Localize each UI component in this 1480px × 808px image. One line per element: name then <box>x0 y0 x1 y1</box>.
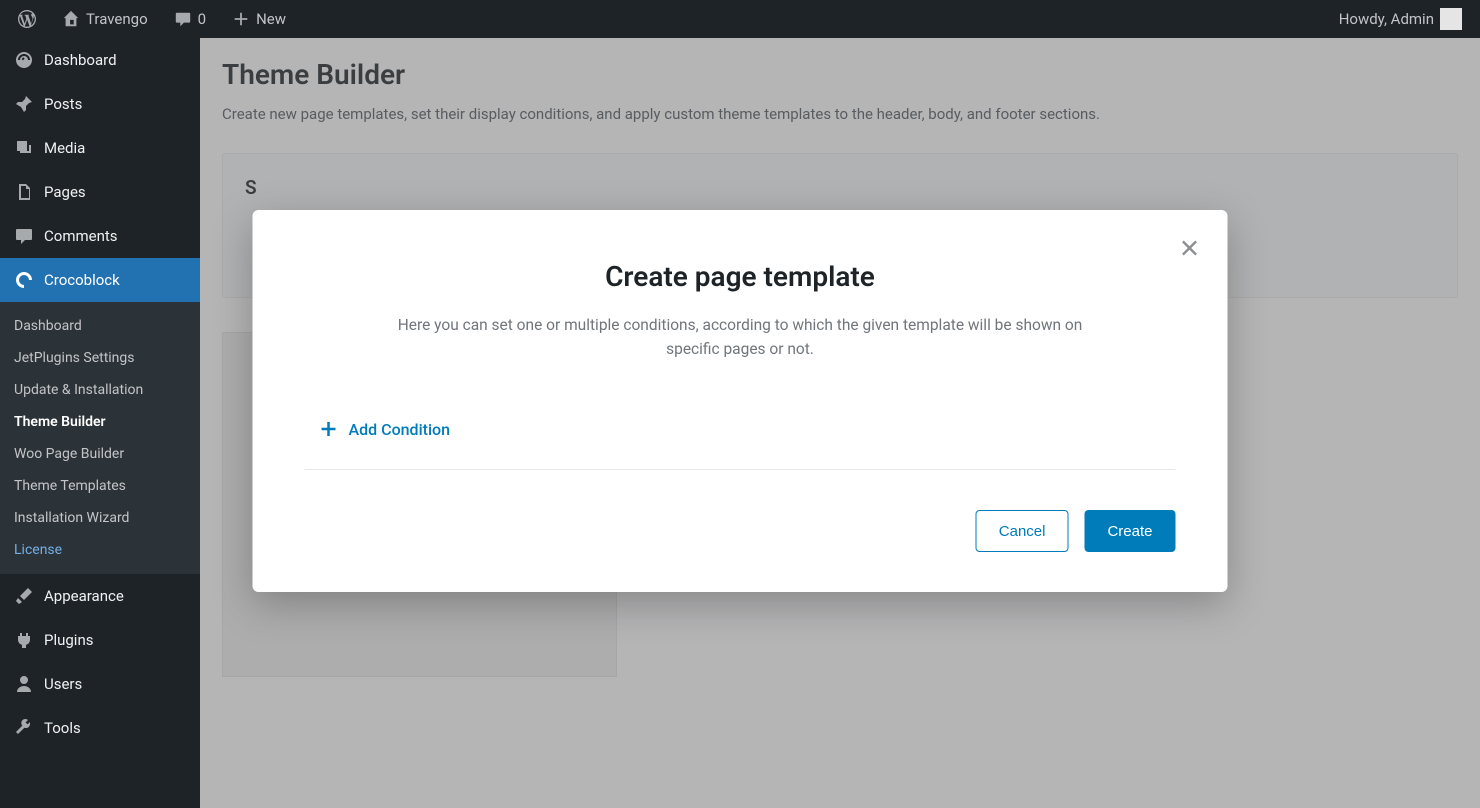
cancel-button[interactable]: Cancel <box>976 510 1069 552</box>
sidebar-item-label: Appearance <box>44 587 124 605</box>
admin-bar-right: Howdy, Admin <box>1329 0 1472 38</box>
comments-link[interactable]: 0 <box>164 0 216 38</box>
plug-icon <box>14 630 34 650</box>
site-name: Travengo <box>86 10 148 28</box>
sub-license[interactable]: License <box>0 534 200 566</box>
sidebar-item-tools[interactable]: Tools <box>0 706 200 750</box>
sub-theme-templates[interactable]: Theme Templates <box>0 470 200 502</box>
new-link[interactable]: New <box>222 0 296 38</box>
wordpress-icon <box>18 10 36 28</box>
comment-icon <box>174 10 192 28</box>
admin-sidebar: Dashboard Posts Media Pages Comments Cro… <box>0 38 200 808</box>
add-condition-button[interactable]: Add Condition <box>319 419 1176 439</box>
brush-icon <box>14 586 34 606</box>
sub-dashboard[interactable]: Dashboard <box>0 310 200 342</box>
sidebar-item-comments[interactable]: Comments <box>0 214 200 258</box>
sidebar-item-label: Comments <box>44 227 118 245</box>
sidebar-item-plugins[interactable]: Plugins <box>0 618 200 662</box>
sub-update[interactable]: Update & Installation <box>0 374 200 406</box>
howdy-link[interactable]: Howdy, Admin <box>1329 0 1472 38</box>
modal-description: Here you can set one or multiple conditi… <box>380 313 1100 361</box>
close-button[interactable] <box>1176 234 1204 262</box>
modal-actions: Cancel Create <box>305 510 1176 552</box>
divider <box>305 469 1176 470</box>
plus-icon <box>232 10 250 28</box>
create-button[interactable]: Create <box>1084 510 1175 552</box>
modal-title: Create page template <box>305 260 1176 293</box>
wp-logo[interactable] <box>8 0 46 38</box>
home-icon <box>62 10 80 28</box>
add-condition-label: Add Condition <box>349 420 451 439</box>
avatar <box>1440 8 1462 30</box>
admin-bar-left: Travengo 0 New <box>8 0 296 38</box>
dashboard-icon <box>14 50 34 70</box>
sidebar-item-users[interactable]: Users <box>0 662 200 706</box>
sidebar-item-label: Pages <box>44 183 86 201</box>
close-icon <box>1179 237 1201 259</box>
admin-bar: Travengo 0 New Howdy, Admin <box>0 0 1480 38</box>
sidebar-item-media[interactable]: Media <box>0 126 200 170</box>
sidebar-item-label: Posts <box>44 95 82 113</box>
sidebar-item-label: Tools <box>44 719 81 737</box>
media-icon <box>14 138 34 158</box>
sub-theme-builder[interactable]: Theme Builder <box>0 406 200 438</box>
sidebar-submenu: Dashboard JetPlugins Settings Update & I… <box>0 302 200 574</box>
comments-count: 0 <box>198 10 206 28</box>
pages-icon <box>14 182 34 202</box>
sidebar-item-label: Users <box>44 675 82 693</box>
sub-jetplugins[interactable]: JetPlugins Settings <box>0 342 200 374</box>
sidebar-item-dashboard[interactable]: Dashboard <box>0 38 200 82</box>
sidebar-item-appearance[interactable]: Appearance <box>0 574 200 618</box>
sidebar-item-posts[interactable]: Posts <box>0 82 200 126</box>
site-link[interactable]: Travengo <box>52 0 158 38</box>
user-icon <box>14 674 34 694</box>
sidebar-item-pages[interactable]: Pages <box>0 170 200 214</box>
sidebar-item-label: Dashboard <box>44 51 117 69</box>
sidebar-item-crocoblock[interactable]: Crocoblock <box>0 258 200 302</box>
sidebar-item-label: Crocoblock <box>44 271 120 289</box>
new-label: New <box>256 10 286 28</box>
sub-woo-page-builder[interactable]: Woo Page Builder <box>0 438 200 470</box>
plus-icon <box>319 419 339 439</box>
create-template-modal: Create page template Here you can set on… <box>253 210 1228 592</box>
sub-installation-wizard[interactable]: Installation Wizard <box>0 502 200 534</box>
sidebar-item-label: Media <box>44 139 85 157</box>
pin-icon <box>14 94 34 114</box>
comments-icon <box>14 226 34 246</box>
sidebar-item-label: Plugins <box>44 631 93 649</box>
howdy-text: Howdy, Admin <box>1339 10 1434 28</box>
wrench-icon <box>14 718 34 738</box>
crocoblock-icon <box>14 270 34 290</box>
